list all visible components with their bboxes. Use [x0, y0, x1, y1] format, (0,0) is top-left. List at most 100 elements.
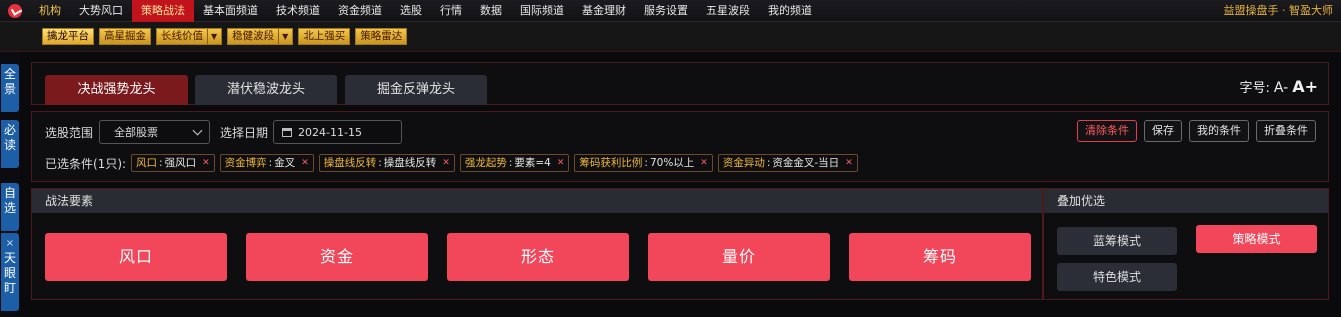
menu-item-shuju[interactable]: 数据	[471, 0, 511, 22]
menu-item-wuxing[interactable]: 五星波段	[697, 0, 759, 22]
tag-value: 操盘线反转	[383, 157, 437, 169]
chip-label: 北上强买	[303, 30, 346, 42]
range-value: 全部股票	[114, 126, 159, 139]
condition-tag: 资金异动: 资金金叉-当日 ✕	[717, 154, 858, 172]
condition-actions: 清除条件 保存 我的条件 折叠条件	[1077, 120, 1316, 142]
condition-panel: 选股范围 全部股票 选择日期 2024-11-15 清除条件 保存 我的条件 折…	[31, 111, 1329, 182]
clear-conditions-button[interactable]: 清除条件	[1077, 120, 1137, 142]
remove-tag-icon[interactable]: ✕	[442, 155, 450, 171]
left-sidebar: 全景 必读 自选 × 天眼盯	[0, 52, 20, 317]
chip-wenjian[interactable]: 稳健波段 ▼	[227, 28, 294, 45]
brand-title: 益盟操盘手 · 智盈大师	[1223, 4, 1334, 17]
mode-button-celue[interactable]: 策略模式	[1196, 225, 1317, 253]
chip-label: 长线价值	[161, 30, 203, 42]
condition-tag: 风口: 强风口 ✕	[131, 154, 215, 172]
menu-item-jigou[interactable]: 机构	[30, 0, 70, 22]
tag-value: 70%以上	[649, 157, 695, 169]
collapse-conditions-button[interactable]: 折叠条件	[1256, 120, 1316, 142]
tag-key: 资金异动	[722, 157, 765, 169]
chip-qinlong[interactable]: 擒龙平台	[42, 28, 94, 45]
menu-item-zijin[interactable]: 资金频道	[329, 0, 391, 22]
range-label: 选股范围	[45, 125, 94, 140]
condition-tag: 筹码获利比例:70%以上 ✕	[574, 154, 713, 172]
remove-tag-icon[interactable]: ✕	[202, 155, 210, 171]
condition-tag: 强龙起势: 要素=4 ✕	[459, 154, 570, 172]
chip-label: 策略雷达	[360, 30, 403, 42]
chip-leida[interactable]: 策略雷达	[355, 28, 408, 45]
tag-key: 资金博弈	[224, 157, 267, 169]
sidebar-tab-label: 天眼盯	[3, 251, 16, 295]
sidebar-tab-zixuan[interactable]: 自选	[1, 183, 19, 231]
tactic-elements-title: 战法要素	[32, 189, 1042, 213]
tactic-button-chouma[interactable]: 筹码	[849, 233, 1031, 281]
remove-tag-icon[interactable]: ✕	[700, 155, 708, 171]
menu-item-hangqing[interactable]: 行情	[431, 0, 471, 22]
tactic-button-zijin[interactable]: 资金	[246, 233, 428, 281]
tag-value: 金叉	[274, 157, 296, 169]
my-conditions-button[interactable]: 我的条件	[1189, 120, 1249, 142]
font-smaller-button[interactable]: A-	[1274, 80, 1288, 96]
remove-tag-icon[interactable]: ✕	[845, 155, 853, 171]
chip-label: 擒龙平台	[47, 30, 89, 42]
chip-gaoxing[interactable]: 高星掘金	[99, 28, 151, 45]
tactic-button-liangjia[interactable]: 量价	[648, 233, 830, 281]
tab-juezhan[interactable]: 决战强势龙头	[45, 75, 188, 105]
menu-item-dashi[interactable]: 大势风口	[70, 0, 132, 22]
font-larger-button[interactable]: A+	[1292, 77, 1318, 96]
menu-item-jishu[interactable]: 技术频道	[267, 0, 329, 22]
range-select[interactable]: 全部股票	[99, 120, 211, 144]
menu-item-jibenmian[interactable]: 基本面频道	[194, 0, 267, 22]
chevron-down-icon[interactable]: ▼	[278, 29, 288, 44]
tab-qianfu[interactable]: 潜伏稳波龙头	[195, 75, 337, 105]
remove-tag-icon[interactable]: ✕	[301, 155, 309, 171]
menu-item-guoji[interactable]: 国际频道	[511, 0, 573, 22]
tab-juejin[interactable]: 掘金反弹龙头	[345, 75, 487, 105]
tactic-button-fengkou[interactable]: 风口	[45, 233, 227, 281]
main-menu: 机构 大势风口 策略战法 基本面频道 技术频道 资金频道 选股 行情 数据 国际…	[30, 0, 821, 22]
mode-button-tese[interactable]: 特色模式	[1057, 263, 1177, 291]
chip-changxian[interactable]: 长线价值 ▼	[156, 28, 223, 45]
tactic-elements-panel: 战法要素 风口 资金 形态 量价 筹码	[31, 188, 1043, 300]
tag-key: 操盘线反转	[323, 157, 377, 169]
chip-label: 稳健波段	[232, 30, 275, 42]
tactic-button-xingtai[interactable]: 形态	[447, 233, 629, 281]
selected-label: 已选条件(1只):	[45, 156, 127, 171]
condition-tag: 资金博弈: 金叉 ✕	[219, 154, 314, 172]
save-button[interactable]: 保存	[1144, 120, 1182, 142]
tag-key: 风口	[136, 157, 158, 169]
font-size-control: 字号: A- A+	[1239, 77, 1318, 96]
date-label: 选择日期	[220, 125, 269, 140]
tag-value: 要素=4	[514, 157, 551, 169]
menu-item-jijin[interactable]: 基金理财	[573, 0, 635, 22]
overlay-selection-panel: 叠加优选 蓝筹模式 策略模式 特色模式	[1043, 188, 1329, 300]
close-icon[interactable]: ×	[1, 236, 19, 251]
chip-beishang[interactable]: 北上强买	[298, 28, 351, 45]
strategy-toolbar: 擒龙平台 高星掘金 长线价值 ▼ 稳健波段 ▼ 北上强买 策略雷达	[0, 22, 1341, 52]
menu-item-celue[interactable]: 策略战法	[132, 0, 194, 22]
mode-button-lanchou[interactable]: 蓝筹模式	[1057, 227, 1177, 255]
calendar-icon	[282, 127, 293, 137]
sidebar-tab-quanjing[interactable]: 全景	[1, 64, 19, 112]
app-logo-icon[interactable]	[0, 0, 30, 22]
date-picker[interactable]: 2024-11-15	[273, 120, 403, 144]
sidebar-tab-bidu[interactable]: 必读	[1, 120, 19, 168]
tag-key: 筹码获利比例	[579, 157, 643, 169]
filter-row: 选股范围 全部股票 选择日期 2024-11-15	[45, 120, 403, 144]
top-menu-bar: 机构 大势风口 策略战法 基本面频道 技术频道 资金频道 选股 行情 数据 国际…	[0, 0, 1341, 22]
font-size-label: 字号:	[1239, 81, 1270, 96]
tag-key: 强龙起势	[464, 157, 507, 169]
chip-label: 高星掘金	[104, 30, 146, 42]
strategy-tabs-panel: 决战强势龙头 潜伏稳波龙头 掘金反弹龙头 字号: A- A+	[31, 62, 1329, 105]
tag-value: 资金金叉-当日	[772, 157, 840, 169]
menu-item-xuangu[interactable]: 选股	[391, 0, 431, 22]
chevron-down-icon[interactable]: ▼	[207, 29, 217, 44]
selected-conditions-row: 已选条件(1只): 风口: 强风口 ✕ 资金博弈: 金叉 ✕ 操盘线反转: 操盘线反转 ✕ …	[45, 154, 858, 172]
date-value: 2024-11-15	[298, 125, 362, 139]
menu-item-wode[interactable]: 我的频道	[759, 0, 821, 22]
sidebar-tab-tianyan[interactable]: × 天眼盯	[1, 233, 19, 311]
condition-tag: 操盘线反转: 操盘线反转 ✕	[318, 154, 455, 172]
tactic-buttons: 风口 资金 形态 量价 筹码	[45, 233, 1031, 281]
tag-value: 强风口	[164, 157, 197, 169]
remove-tag-icon[interactable]: ✕	[557, 155, 565, 171]
menu-item-fuwu[interactable]: 服务设置	[635, 0, 697, 22]
